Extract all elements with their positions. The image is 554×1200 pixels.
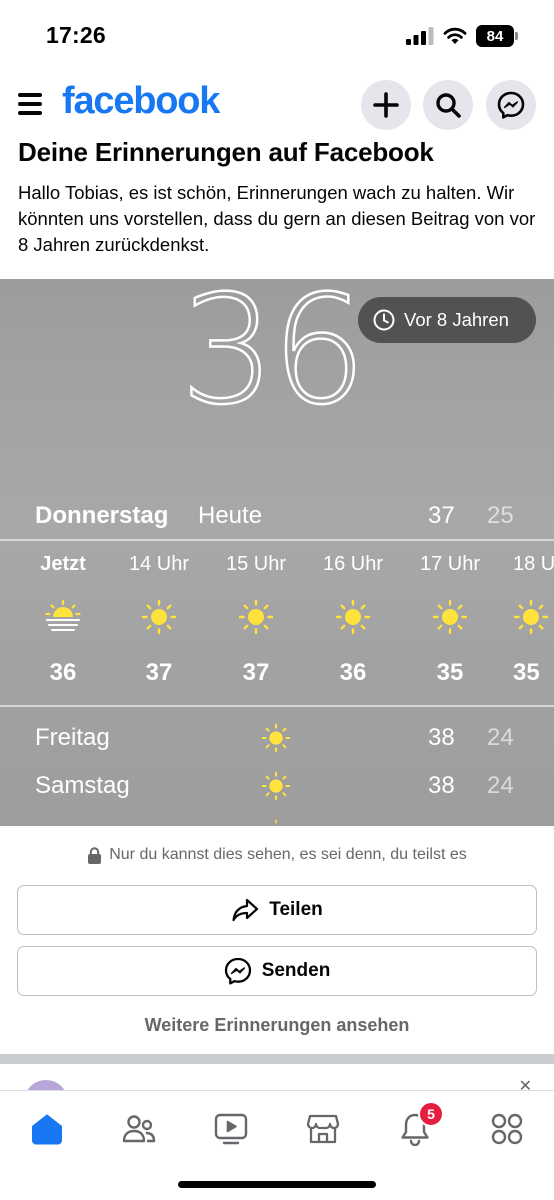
status-bar: 17:26 84	[0, 0, 554, 70]
wifi-icon	[443, 27, 467, 44]
today-high: 37	[428, 502, 455, 529]
today-label: Heute	[198, 502, 263, 529]
app-header: facebook	[0, 76, 554, 134]
tab-menu[interactable]	[484, 1109, 530, 1149]
daily-high: 38	[428, 724, 455, 751]
sun-icon	[261, 771, 291, 801]
tab-video[interactable]	[208, 1109, 254, 1149]
hour-temp: 36	[49, 659, 77, 686]
avatar[interactable]	[24, 1080, 68, 1090]
marketplace-icon	[306, 1114, 340, 1144]
more-memories-link[interactable]: Weitere Erinnerungen ansehen	[0, 1015, 554, 1036]
sun-icon	[238, 599, 274, 635]
hour-temp: 35	[513, 659, 540, 686]
daily-day: Samstag	[35, 772, 130, 799]
divider	[0, 539, 554, 541]
sun-icon	[432, 599, 468, 635]
current-temperature: 36	[179, 279, 368, 438]
divider	[0, 705, 554, 707]
sunrise-icon	[45, 600, 81, 631]
notifications-badge: 5	[418, 1101, 444, 1127]
battery-level: 84	[486, 27, 504, 45]
messenger-button[interactable]	[486, 80, 536, 130]
section-separator	[0, 1054, 554, 1064]
hour-time: 18 Uhr	[513, 553, 554, 575]
send-label: Senden	[261, 960, 331, 981]
lock-icon	[88, 846, 102, 864]
cellular-signal-icon	[406, 27, 434, 45]
hour-time: 15 Uhr	[225, 553, 287, 575]
hour-time: 16 Uhr	[322, 553, 384, 575]
sun-icon	[513, 599, 549, 635]
hour-temp: 37	[242, 659, 270, 686]
today-low: 25	[487, 502, 514, 529]
tab-friends[interactable]	[116, 1109, 162, 1149]
friends-icon	[122, 1115, 156, 1143]
privacy-notice: Nur du kannst dies sehen, es sei denn, d…	[0, 846, 554, 864]
menu-icon	[491, 1113, 523, 1145]
today-day: Donnerstag	[35, 502, 169, 529]
memory-actions-sheet: Nur du kannst dies sehen, es sei denn, d…	[0, 826, 554, 1054]
privacy-text: Nur du kannst dies sehen, es sei denn, d…	[109, 846, 467, 863]
tab-home[interactable]	[24, 1109, 70, 1149]
hourly-item: 18 Uhr 35	[507, 553, 554, 687]
sun-icon	[261, 723, 291, 753]
status-time: 17:26	[46, 22, 106, 48]
hour-time: Jetzt	[40, 553, 86, 575]
daily-high: 38	[428, 772, 455, 799]
daily-low: 24	[487, 772, 514, 799]
share-icon	[232, 898, 259, 922]
next-post-preview: ✕	[0, 1064, 554, 1090]
status-icons: 84	[406, 24, 518, 48]
create-button[interactable]	[361, 80, 411, 130]
messenger-icon	[497, 91, 525, 119]
share-button[interactable]: Teilen	[17, 885, 537, 935]
memory-age-badge: Vor 8 Jahren	[358, 297, 536, 343]
home-indicator	[178, 1181, 376, 1188]
memory-intro-text: Hallo Tobias, es ist schön, Erinnerungen…	[18, 182, 536, 255]
search-icon	[436, 93, 461, 118]
video-icon	[214, 1113, 248, 1145]
hourly-item: 16 Uhr 36	[313, 553, 393, 687]
hourly-item: 14 Uhr 37	[119, 553, 199, 687]
messenger-icon	[224, 957, 251, 985]
close-icon[interactable]: ✕	[519, 1076, 532, 1090]
home-icon	[32, 1114, 62, 1145]
clock-icon	[373, 309, 395, 331]
memory-post-image[interactable]: 36 Vor 8 Jahren Donnerstag Heute 37 25 J…	[0, 279, 554, 828]
hour-temp: 37	[145, 659, 173, 686]
plus-icon	[373, 92, 399, 118]
share-label: Teilen	[269, 899, 323, 920]
facebook-logo[interactable]: facebook	[62, 80, 220, 123]
tab-marketplace[interactable]	[300, 1109, 346, 1149]
page-title: Deine Erinnerungen auf Facebook	[18, 137, 434, 167]
daily-day: Freitag	[35, 724, 110, 751]
hour-temp: 36	[339, 659, 367, 686]
hour-time: 14 Uhr	[128, 553, 190, 575]
sun-icon	[335, 599, 371, 635]
memory-age-label: Vor 8 Jahren	[404, 309, 509, 330]
hourly-item: 17 Uhr 35	[410, 553, 490, 687]
hamburger-menu-icon[interactable]	[18, 93, 42, 115]
hourly-item: 15 Uhr 37	[216, 553, 296, 687]
hour-time: 17 Uhr	[419, 553, 481, 575]
hour-temp: 35	[436, 659, 464, 686]
sun-icon	[141, 599, 177, 635]
hourly-item: Jetzt 36	[23, 553, 103, 687]
send-button[interactable]: Senden	[17, 946, 537, 996]
search-button[interactable]	[423, 80, 473, 130]
daily-low: 24	[487, 724, 514, 751]
battery-icon: 84	[476, 25, 518, 47]
